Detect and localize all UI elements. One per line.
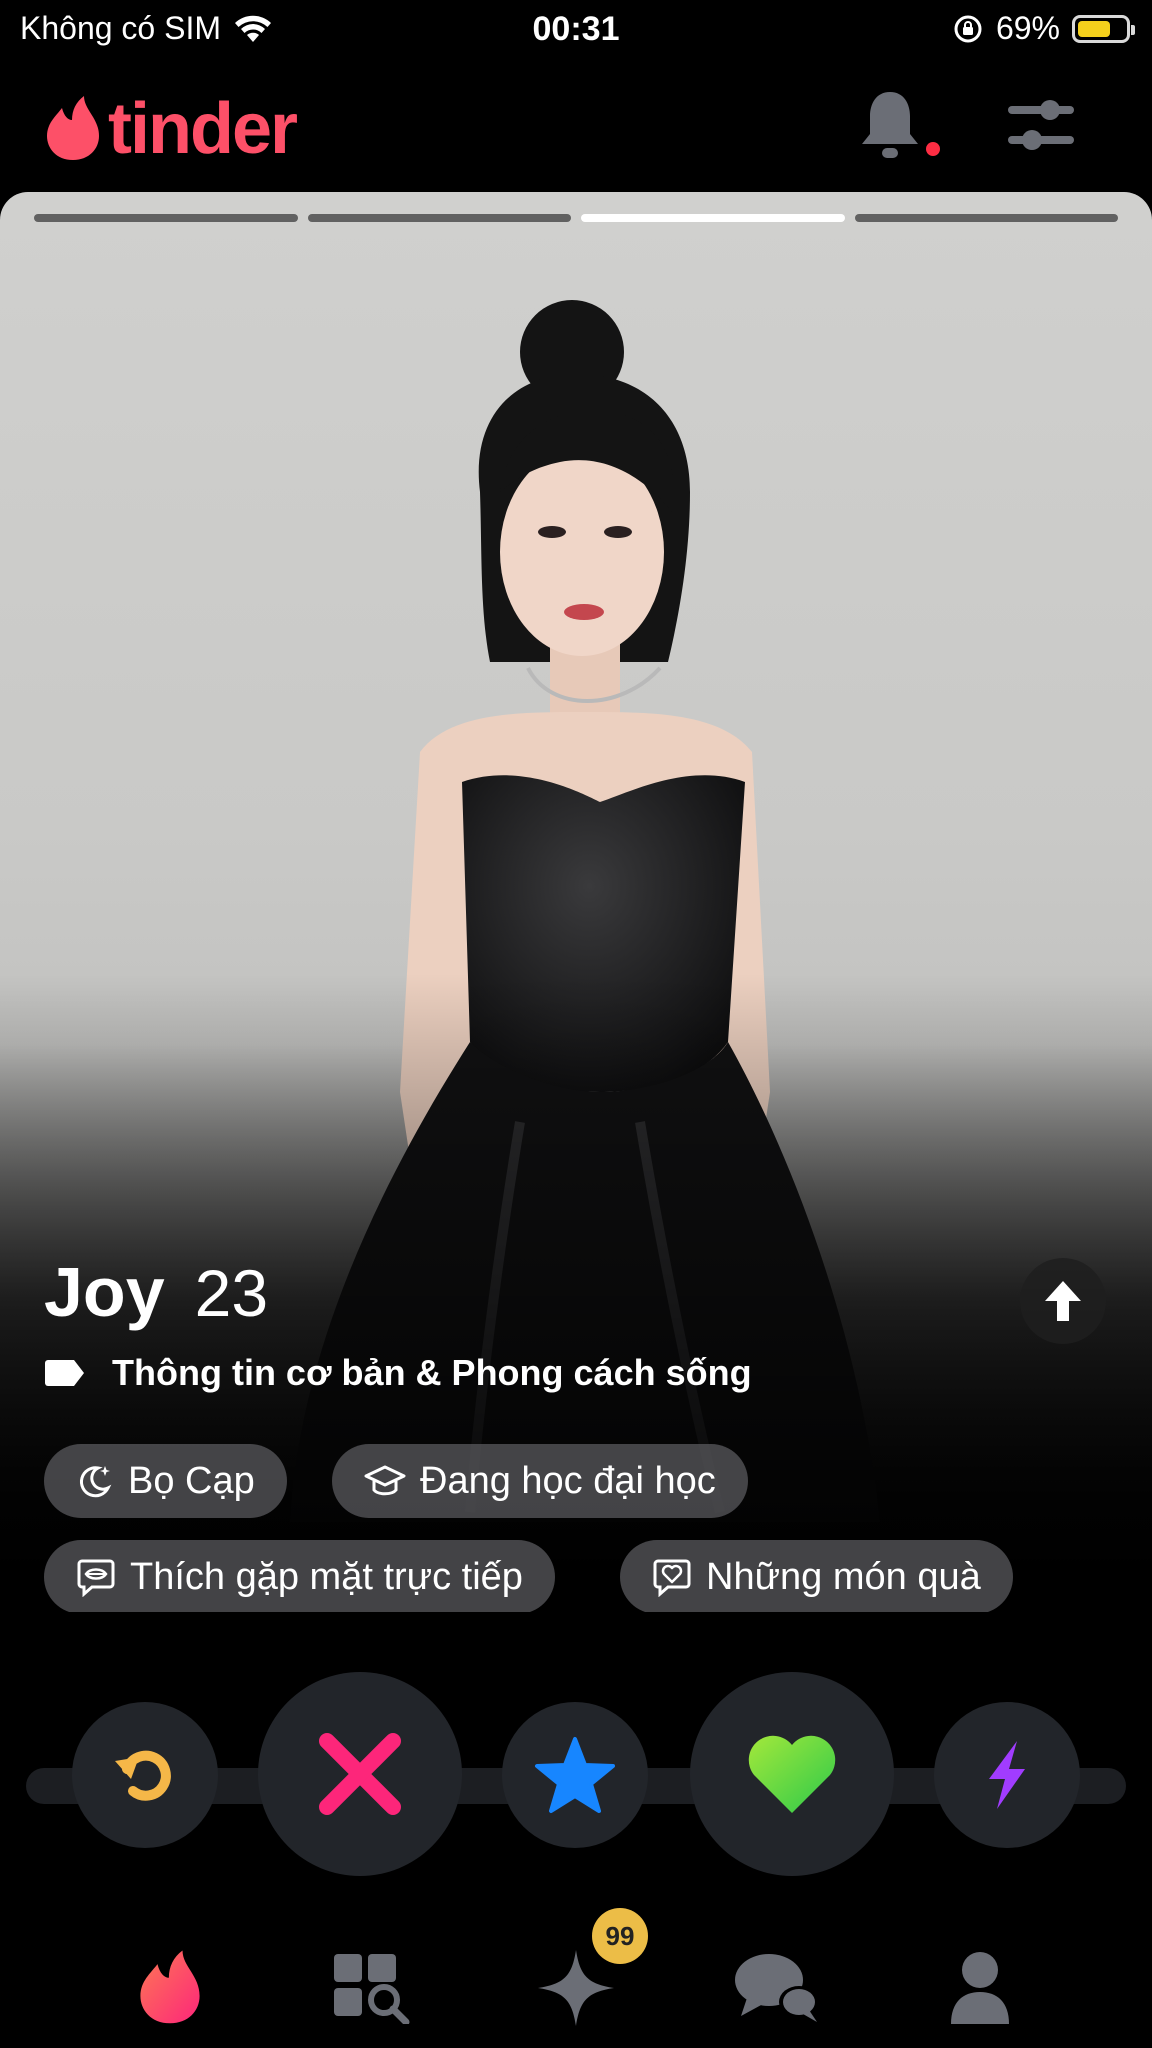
chip-education-label: Đang học đại học xyxy=(420,1459,716,1502)
close-icon xyxy=(319,1733,401,1815)
super-like-button[interactable] xyxy=(502,1702,648,1848)
open-profile-button[interactable] xyxy=(1020,1258,1106,1344)
chat-bubbles-icon xyxy=(735,1954,819,2022)
likes-count-badge: 99 xyxy=(592,1908,648,1964)
photo-progress-segment[interactable] xyxy=(854,214,1118,222)
basic-info-label: Thông tin cơ bản & Phong cách sống xyxy=(112,1352,752,1393)
chip-love-language-label: Thích gặp mặt trực tiếp xyxy=(130,1555,523,1598)
tag-icon xyxy=(45,1360,84,1386)
graduation-cap-icon xyxy=(364,1465,406,1496)
chip-zodiac-label: Bọ Cạp xyxy=(128,1459,255,1502)
heart-icon xyxy=(748,1735,836,1813)
app-root: Không có SIM 00:31 69% tinder Joy 23 Thô… xyxy=(0,0,1152,2048)
battery-percent: 69% xyxy=(995,10,1060,46)
profile-card[interactable]: Joy 23 Thông tin cơ bản & Phong cách sốn… xyxy=(0,192,1152,1612)
status-bar: Không có SIM 00:31 69% xyxy=(0,0,1152,60)
tab-messages[interactable] xyxy=(728,1938,828,2038)
profile-photo xyxy=(0,192,1152,1612)
like-button[interactable] xyxy=(690,1672,894,1876)
rewind-button[interactable] xyxy=(72,1702,218,1848)
arrow-up-icon xyxy=(1045,1281,1081,1321)
filters-icon[interactable] xyxy=(1006,92,1076,162)
moon-star-icon xyxy=(79,1466,112,1498)
tab-profile[interactable] xyxy=(930,1938,1030,2038)
profile-age: 23 xyxy=(194,1256,269,1330)
chip-gifts-label: Những món quà xyxy=(706,1555,981,1598)
orientation-lock-icon xyxy=(954,15,982,42)
star-icon xyxy=(535,1737,615,1813)
chip-love-language: Thích gặp mặt trực tiếp xyxy=(44,1540,555,1612)
battery-icon xyxy=(1072,14,1135,43)
chat-lips-icon xyxy=(77,1559,115,1597)
flame-logo-icon xyxy=(47,96,99,160)
chip-zodiac: Bọ Cạp xyxy=(44,1444,287,1518)
logo-text: tinder xyxy=(108,89,298,169)
tab-discover[interactable] xyxy=(120,1938,220,2038)
explore-grid-icon xyxy=(334,1954,410,2024)
status-right: 69% xyxy=(952,10,1135,47)
photo-progress-indicator xyxy=(34,214,1118,222)
tinder-logo[interactable]: tinder xyxy=(44,88,298,170)
basic-info-row[interactable]: Thông tin cơ bản & Phong cách sống xyxy=(44,1352,752,1394)
tab-bar xyxy=(0,1920,1152,2048)
chip-education: Đang học đại học xyxy=(332,1444,748,1518)
notification-bell-icon[interactable] xyxy=(858,86,922,166)
name-age-row: Joy 23 xyxy=(44,1252,268,1332)
sparkle-icon xyxy=(538,1950,614,2026)
bolt-icon xyxy=(989,1741,1025,1809)
nope-button[interactable] xyxy=(258,1672,462,1876)
tab-explore[interactable] xyxy=(322,1938,422,2038)
person-icon xyxy=(951,1952,1009,2024)
profile-name: Joy xyxy=(44,1253,165,1331)
chat-heart-icon xyxy=(653,1559,691,1597)
notification-dot xyxy=(926,142,940,156)
photo-progress-segment[interactable] xyxy=(307,214,571,222)
photo-progress-segment[interactable] xyxy=(581,214,845,222)
rewind-icon xyxy=(115,1750,171,1801)
photo-progress-segment[interactable] xyxy=(34,214,298,222)
boost-button[interactable] xyxy=(934,1702,1080,1848)
chip-gifts: Những món quà xyxy=(620,1540,1013,1612)
app-header: tinder xyxy=(0,70,1152,190)
flame-icon xyxy=(140,1950,200,2024)
